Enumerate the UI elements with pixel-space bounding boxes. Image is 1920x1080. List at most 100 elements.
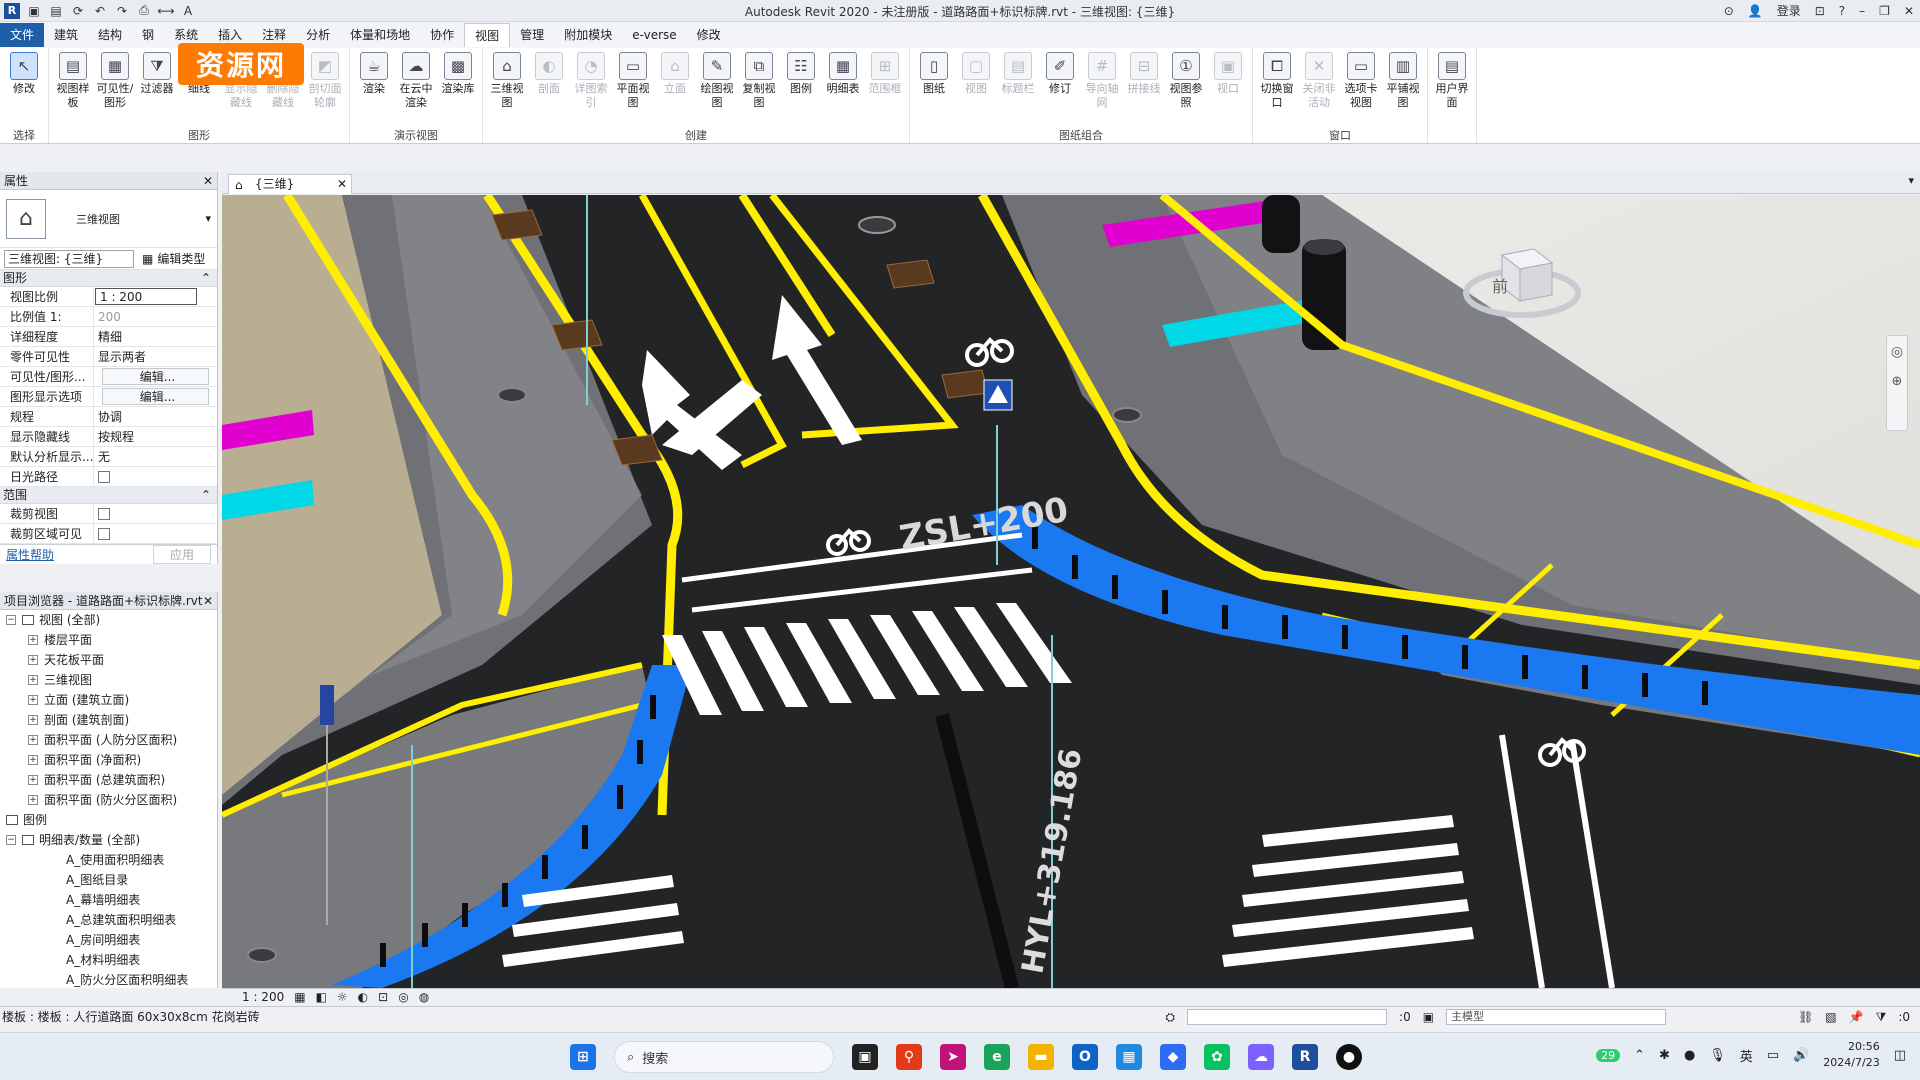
bluetooth-icon[interactable]: ✱: [1659, 1048, 1670, 1063]
ribbon-tool-3-1[interactable]: ◐ 剖面: [529, 52, 569, 127]
navigation-bar[interactable]: ◎ ⊕: [1886, 335, 1908, 431]
tab-10[interactable]: 视图: [464, 23, 511, 47]
windows-start-icon[interactable]: ⊞: [570, 1044, 596, 1070]
task-view-icon[interactable]: ▣: [852, 1044, 878, 1070]
browser-item[interactable]: + 剖面 (建筑剖面): [0, 710, 217, 730]
ribbon-tool-3-5[interactable]: ✎ 绘图视图: [697, 52, 737, 127]
ribbon-tool-4-1[interactable]: ▢ 视图: [956, 52, 996, 127]
chevron-down-icon[interactable]: ▾: [205, 212, 211, 225]
browser-item[interactable]: A_材料明细表: [0, 950, 217, 970]
instance-selector[interactable]: 三维视图: {三维}: [4, 249, 134, 268]
pointer-app-icon[interactable]: ➤: [940, 1044, 966, 1070]
taskbar-search[interactable]: ⌕ 搜索: [614, 1041, 834, 1073]
browser-item[interactable]: + 面积平面 (人防分区面积): [0, 730, 217, 750]
browser-item[interactable]: − 明细表/数量 (全部): [0, 830, 217, 850]
browser-item[interactable]: A_总建筑面积明细表: [0, 910, 217, 930]
tab-3[interactable]: 钢: [132, 23, 164, 47]
section-extents[interactable]: 范围 ⌃: [0, 487, 217, 504]
ribbon-tool-3-6[interactable]: ⧉ 复制视图: [739, 52, 779, 127]
sun-path-icon[interactable]: ☼: [337, 989, 348, 1006]
close-icon[interactable]: ✕: [203, 172, 213, 190]
ribbon-tool-4-6[interactable]: ① 视图参照: [1166, 52, 1206, 127]
tab-1[interactable]: 建筑: [44, 23, 88, 47]
expand-icon[interactable]: +: [28, 675, 38, 685]
select-pinned-icon[interactable]: 📌: [1849, 1007, 1864, 1027]
chevron-up-icon[interactable]: ⌃: [1634, 1048, 1645, 1063]
properties-help-link[interactable]: 属性帮助: [6, 546, 54, 563]
ribbon-tool-2-0[interactable]: ☕ 渲染: [354, 52, 394, 127]
browser-item[interactable]: A_幕墙明细表: [0, 890, 217, 910]
store-icon[interactable]: ▦: [1116, 1044, 1142, 1070]
browser-item[interactable]: 图例: [0, 810, 217, 830]
expand-icon[interactable]: +: [28, 755, 38, 765]
browser-item[interactable]: + 三维视图: [0, 670, 217, 690]
view-tab-3d[interactable]: ⌂ {三维} ✕: [228, 174, 352, 194]
recorder-icon[interactable]: ●: [1336, 1044, 1362, 1070]
checkbox[interactable]: [98, 528, 110, 540]
ribbon-tool-3-7[interactable]: ☷ 图例: [781, 52, 821, 127]
browser-item[interactable]: − 视图 (全部): [0, 610, 217, 630]
ribbon-tool-3-2[interactable]: ◔ 详图索引: [571, 52, 611, 127]
crop-view-icon[interactable]: ⊡: [378, 989, 388, 1006]
model-combo[interactable]: 主模型: [1446, 1009, 1667, 1025]
cloud-app-icon[interactable]: ☁: [1248, 1044, 1274, 1070]
expand-icon[interactable]: +: [28, 635, 38, 645]
ribbon-tool-3-4[interactable]: ⌂ 立面: [655, 52, 695, 127]
tab-12[interactable]: 附加模块: [554, 23, 622, 47]
ribbon-tool-2-1[interactable]: ☁ 在云中渲染: [396, 52, 436, 127]
binoculars-icon[interactable]: ⊙: [1724, 4, 1734, 18]
close-icon[interactable]: ✕: [337, 175, 347, 193]
ribbon-tool-3-9[interactable]: ⊞ 范围框: [865, 52, 905, 127]
checkbox[interactable]: [98, 508, 110, 520]
collapse-icon[interactable]: −: [6, 835, 16, 845]
help-icon[interactable]: ?: [1839, 4, 1845, 18]
undo-icon[interactable]: ↶: [92, 3, 108, 19]
tray-app-icon[interactable]: ●: [1684, 1048, 1695, 1063]
property-value[interactable]: 1 : 200: [95, 288, 197, 305]
edit-type-icon[interactable]: ▦: [142, 252, 153, 266]
ribbon-tool-4-0[interactable]: ▯ 图纸: [914, 52, 954, 127]
ribbon-tool-4-3[interactable]: ✐ 修订: [1040, 52, 1080, 127]
chat-app-icon[interactable]: ◆: [1160, 1044, 1186, 1070]
expand-icon[interactable]: +: [28, 695, 38, 705]
expand-icon[interactable]: +: [28, 735, 38, 745]
ribbon-tool-6-0[interactable]: ▤ 用户界面: [1432, 52, 1472, 127]
filter-icon[interactable]: ⧩: [1876, 1007, 1887, 1027]
worksets-icon[interactable]: ⛭: [1165, 1007, 1175, 1027]
ribbon-tool-5-3[interactable]: ▥ 平铺视图: [1383, 52, 1423, 127]
minimize-button[interactable]: –: [1859, 4, 1865, 18]
property-value[interactable]: 编辑...: [102, 388, 209, 405]
ribbon-tool-3-8[interactable]: ▦ 明细表: [823, 52, 863, 127]
notifications-icon[interactable]: ◫: [1894, 1048, 1906, 1063]
zoom-icon[interactable]: ⊕: [1887, 374, 1907, 389]
ime-indicator[interactable]: 英: [1740, 1046, 1753, 1065]
tab-8[interactable]: 体量和场地: [340, 23, 420, 47]
ribbon-tool-1-6[interactable]: ◩ 剖切面轮廓: [305, 52, 345, 127]
3d-viewport[interactable]: ZSL+200 HYL+319.186 前 ◎ ⊕: [222, 195, 1920, 988]
measure-icon[interactable]: ⟷: [157, 3, 174, 19]
ribbon-tool-3-0[interactable]: ⌂ 三维视图: [487, 52, 527, 127]
search-app-icon[interactable]: ⚲: [896, 1044, 922, 1070]
collapse-icon[interactable]: −: [6, 615, 16, 625]
tab-0[interactable]: 文件: [0, 23, 45, 47]
ribbon-tool-1-2[interactable]: ⧩ 过滤器: [137, 52, 177, 127]
expand-icon[interactable]: +: [28, 655, 38, 665]
sync-icon[interactable]: ⟳: [70, 3, 86, 19]
apply-button[interactable]: 应用: [152, 545, 211, 564]
browser-item[interactable]: + 楼层平面: [0, 630, 217, 650]
ribbon-tool-2-2[interactable]: ▩ 渲染库: [438, 52, 478, 127]
notification-badge[interactable]: 29: [1596, 1048, 1621, 1062]
browser-item[interactable]: A_房间明细表: [0, 930, 217, 950]
browser-item[interactable]: + 面积平面 (净面积): [0, 750, 217, 770]
browser-item[interactable]: A_防火分区面积明细表: [0, 970, 217, 988]
cart-icon[interactable]: ⊡: [1815, 4, 1825, 18]
steering-wheel-icon[interactable]: ◎: [1887, 344, 1907, 360]
tab-9[interactable]: 协作: [420, 23, 464, 47]
collapse-icon[interactable]: ⌃: [201, 487, 211, 504]
view-cube-face[interactable]: 前: [1492, 273, 1508, 297]
user-icon[interactable]: 👤: [1748, 4, 1763, 18]
collapse-icon[interactable]: ⌃: [201, 270, 211, 287]
save-icon[interactable]: ▤: [48, 3, 64, 19]
temporary-hide-icon[interactable]: ◎: [398, 989, 408, 1006]
browser-item[interactable]: + 面积平面 (防火分区面积): [0, 790, 217, 810]
